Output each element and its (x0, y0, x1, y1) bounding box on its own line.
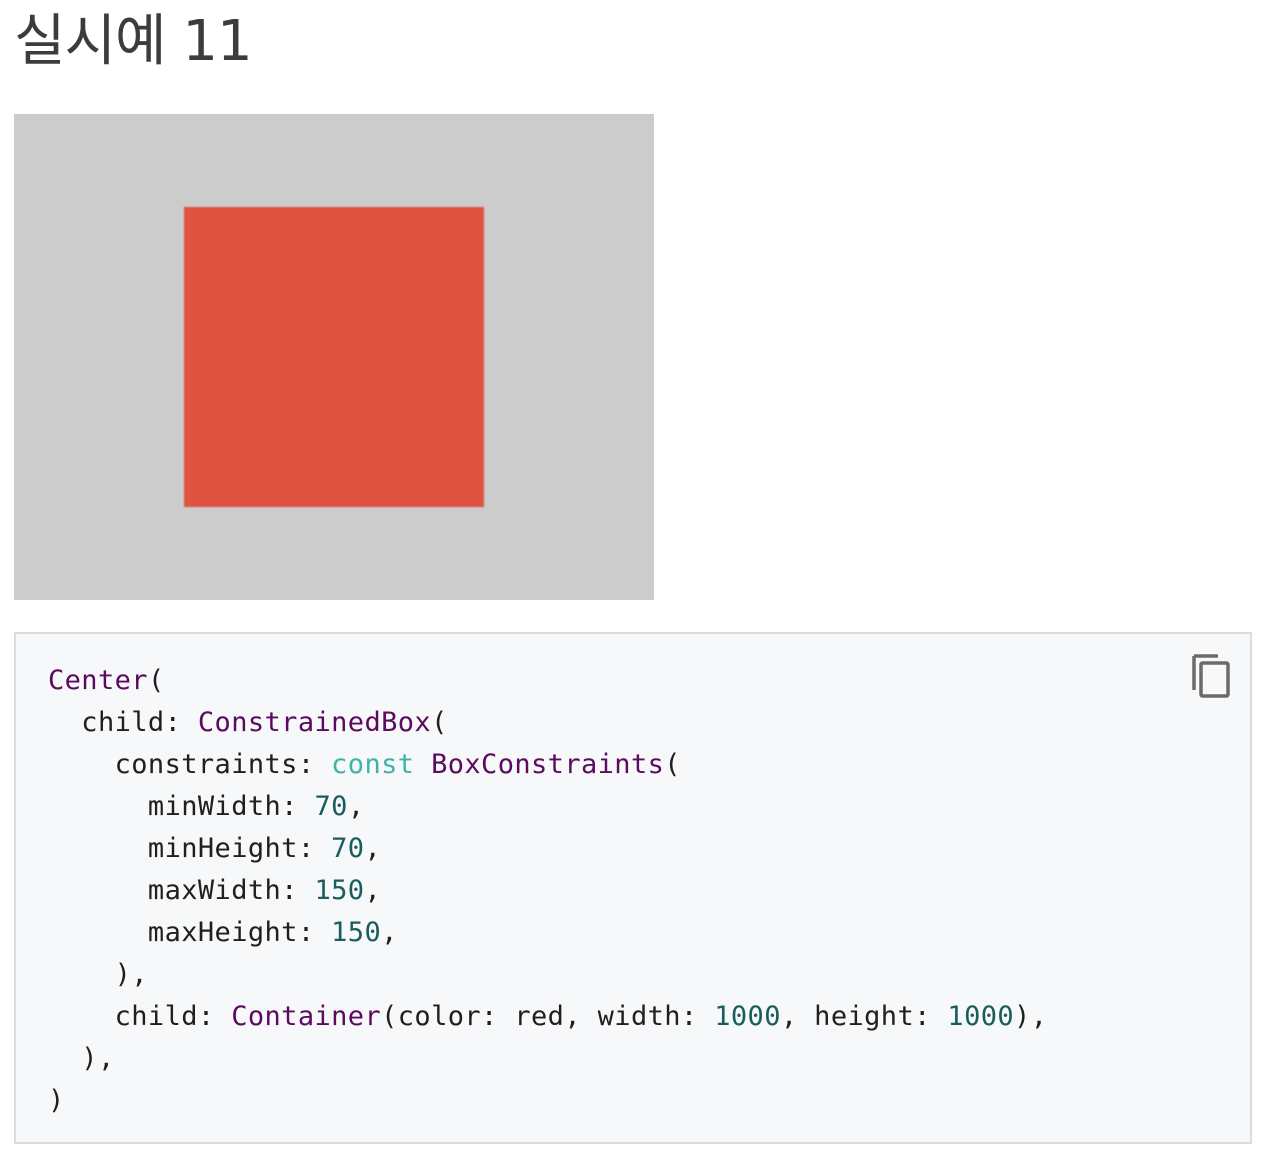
code-keyword-token: const (331, 749, 415, 780)
code-text-token: , (364, 833, 382, 864)
code-text-token: child: (48, 707, 198, 738)
code-line: ) (48, 1080, 1047, 1122)
code-text-token: maxWidth: (48, 875, 315, 906)
copy-icon (1192, 654, 1230, 698)
page: 실시예 11 Center( child: ConstrainedBox( co… (0, 0, 1278, 1162)
code-line: maxWidth: 150, (48, 870, 1047, 912)
code-text-token: maxHeight: (48, 917, 332, 948)
code-text-token: (color: red, width: (381, 1001, 715, 1032)
code-line: minWidth: 70, (48, 786, 1047, 828)
code-text-token: ( (431, 707, 448, 738)
code-listing: Center( child: ConstrainedBox( constrain… (48, 660, 1047, 1122)
example-preview (14, 114, 654, 600)
code-type-token: ConstrainedBox (197, 707, 432, 738)
code-type-token: BoxConstraints (431, 749, 665, 780)
code-text-token: minWidth: (48, 791, 315, 822)
code-line: minHeight: 70, (48, 828, 1047, 870)
code-number-token: 1000 (714, 1001, 781, 1032)
code-number-token: 70 (314, 791, 348, 822)
code-block: Center( child: ConstrainedBox( constrain… (14, 632, 1252, 1144)
code-text-token: ), (48, 1043, 115, 1074)
code-text-token: minHeight: (48, 833, 332, 864)
code-text-token: , (347, 791, 365, 822)
code-text-token: ( (147, 665, 165, 696)
code-line: child: Container(color: red, width: 1000… (48, 996, 1047, 1038)
code-line: constraints: const BoxConstraints( (48, 744, 1047, 786)
code-type-token: Center (48, 665, 148, 696)
page-title: 실시예 11 (14, 9, 253, 74)
code-number-token: 150 (314, 875, 365, 906)
copy-button[interactable] (1190, 652, 1234, 702)
code-line: Center( (48, 660, 1047, 702)
code-number-token: 70 (331, 833, 365, 864)
code-line: ), (48, 954, 1047, 996)
red-container-box (184, 207, 484, 507)
code-number-token: 150 (331, 917, 382, 948)
code-text-token: ), (48, 959, 148, 990)
code-text-token: ) (48, 1085, 65, 1116)
code-text-token: constraints: (48, 749, 332, 780)
code-text-token: ( (664, 749, 681, 780)
code-line: ), (48, 1038, 1047, 1080)
code-number-token: 1000 (947, 1001, 1015, 1032)
code-text-token: , (364, 875, 382, 906)
code-line: child: ConstrainedBox( (48, 702, 1047, 744)
code-text-token: , (381, 917, 398, 948)
code-text-token: child: (48, 1001, 232, 1032)
code-type-token: Container (231, 1001, 382, 1032)
code-text-token: ), (1014, 1001, 1048, 1032)
code-text-token: , height: (780, 1001, 948, 1032)
code-line: maxHeight: 150, (48, 912, 1047, 954)
